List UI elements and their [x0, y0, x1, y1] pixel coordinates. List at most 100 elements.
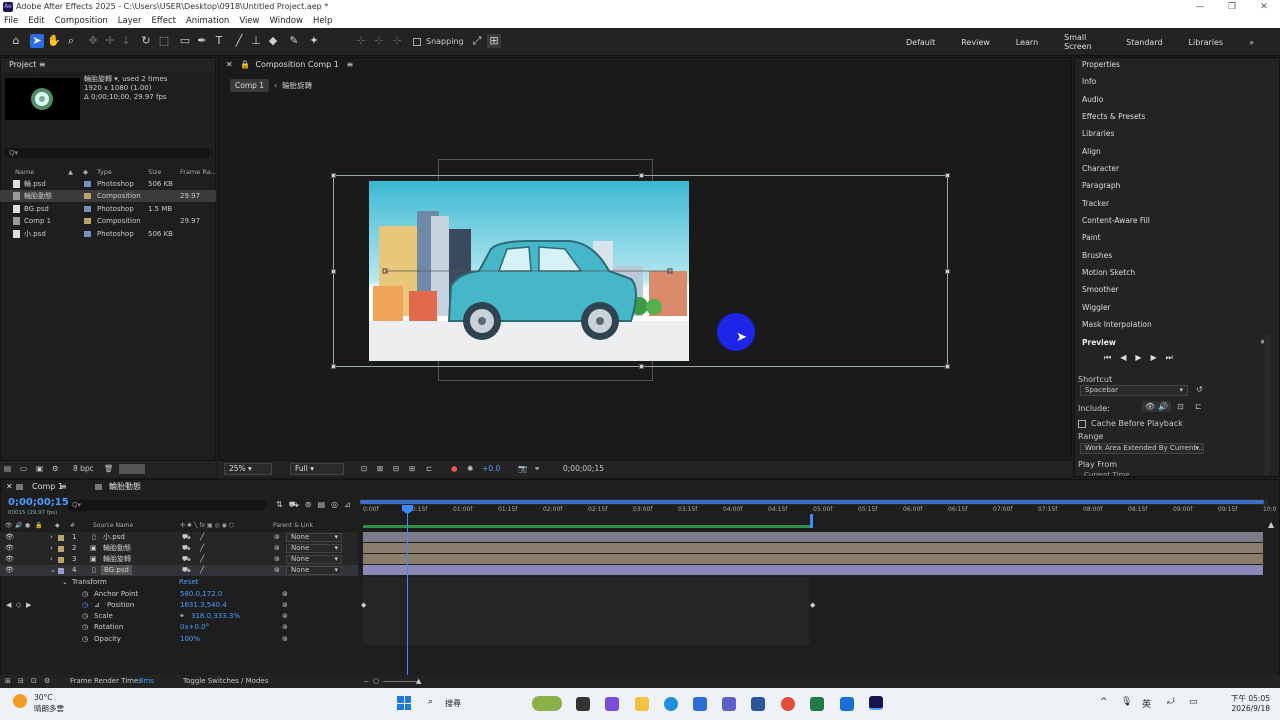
dolly-tool-icon[interactable]: ↓ [119, 34, 133, 48]
shy-switch-icon[interactable]: ⛟ [182, 532, 191, 543]
expression-pick-whip-icon[interactable]: ⊚ [282, 589, 288, 600]
taskbar-search[interactable]: 搜尋 [445, 698, 461, 709]
comp-current-time[interactable]: 0;00;00;15 [563, 461, 604, 477]
home-icon[interactable]: ⌂ [9, 34, 23, 48]
position-value[interactable]: 1631.3,540.4 [180, 600, 227, 611]
frame-blending-icon[interactable]: ▤ [317, 500, 325, 510]
layer-duration-bar[interactable] [363, 565, 1263, 575]
timeline-search-input[interactable]: Q▾ [68, 500, 266, 511]
transform-handle[interactable] [945, 269, 950, 274]
timeline-tab-comp1[interactable]: Comp 1 [32, 480, 63, 494]
stopwatch-icon[interactable]: ◷ [82, 634, 88, 645]
visibility-eye-icon[interactable]: 👁 [5, 532, 14, 543]
project-col-framerate[interactable]: Frame Ra... [180, 168, 217, 176]
constrain-proportions-icon[interactable]: ⚭ [179, 611, 185, 622]
visibility-eye-icon[interactable]: 👁 [5, 565, 14, 576]
minimize-icon[interactable]: — [1184, 0, 1216, 14]
chrome-icon[interactable] [781, 697, 795, 711]
visibility-eye-icon[interactable]: 👁 [5, 554, 14, 565]
scale-value[interactable]: 318.0,333.3% [191, 611, 240, 622]
panel-tracker[interactable]: Tracker [1082, 199, 1109, 208]
quality-switch-icon[interactable]: ╱ [200, 532, 204, 543]
copilot-icon[interactable] [605, 697, 619, 711]
property-row-position[interactable]: ◀ ◇ ▶ ◷ ⊿ Position 1631.3,540.4 ⊚ [0, 600, 358, 611]
play-from-dropdown[interactable]: Current Time [1080, 471, 1204, 476]
weather-icon[interactable] [13, 694, 27, 708]
pick-whip-icon[interactable]: ⊚ [274, 532, 280, 543]
menu-help[interactable]: Help [313, 14, 332, 28]
menu-file[interactable]: File [4, 14, 18, 28]
project-selected-name[interactable]: 輪胎旋轉 [84, 75, 112, 83]
layer-name[interactable]: 輪胎動態 [103, 543, 131, 554]
region-of-interest-icon[interactable]: ⊡ [361, 461, 367, 477]
lock-icon[interactable]: 🔒 [240, 60, 250, 69]
preview-scrollbar[interactable] [1264, 334, 1270, 476]
shy-switch-icon[interactable]: ⛟ [182, 554, 191, 565]
stopwatch-active-icon[interactable]: ◷ [82, 600, 88, 611]
previous-keyframe-icon[interactable]: ◀ [6, 600, 11, 611]
cache-before-playback-checkbox[interactable] [1078, 419, 1086, 428]
parent-link-column[interactable]: Parent & Link [273, 520, 313, 531]
graph-icon[interactable]: ⊿ [94, 600, 100, 611]
previous-frame-icon[interactable]: ◀ [1120, 353, 1126, 363]
transform-handle[interactable] [639, 364, 644, 369]
color-channels-icon[interactable]: ● [451, 461, 458, 477]
project-row[interactable]: 輪.psd Photoshop 506 KB [0, 178, 216, 190]
label-color[interactable] [84, 231, 91, 237]
panel-motion-sketch[interactable]: Motion Sketch [1082, 268, 1135, 277]
next-frame-icon[interactable]: ▶ [1151, 353, 1157, 363]
layer-duration-bar[interactable] [363, 554, 1263, 564]
include-audio-icon[interactable]: 🔊 [1158, 402, 1168, 411]
panel-menu-icon[interactable]: ≡ [39, 60, 46, 69]
axis-mode-icon[interactable]: ⊹ [354, 34, 368, 48]
weather-temp[interactable]: 30°C [34, 693, 53, 702]
zoom-slider-track[interactable] [383, 681, 420, 682]
word-icon[interactable] [751, 697, 765, 711]
snapshot-icon[interactable]: 📷 [518, 461, 527, 477]
transparency-grid-icon[interactable]: ⊠ [377, 461, 383, 477]
view-axis-icon[interactable]: ⊹ [390, 34, 404, 48]
project-col-type[interactable]: Type [97, 168, 112, 176]
include-overlays-icon[interactable]: ⊡ [1177, 402, 1184, 411]
pan-behind-tool-icon[interactable]: ⬚ [157, 34, 171, 48]
in-out-icon[interactable]: ⊡ [31, 675, 37, 688]
teams-icon[interactable] [722, 697, 736, 711]
workspace-review[interactable]: Review [961, 38, 990, 47]
property-row-scale[interactable]: ◷ Scale ⚭ 318.0,333.3% ⊚ [0, 611, 358, 622]
timeline-tab-wheel[interactable]: 輪胎動態 [109, 480, 141, 494]
motion-blur-icon[interactable]: ◎ [331, 500, 338, 510]
menu-view[interactable]: View [239, 14, 259, 28]
timeline-current-time[interactable]: 0;00;00;15 [8, 497, 69, 508]
label-column-icon[interactable]: ◆ [55, 520, 60, 531]
brush-tool-icon[interactable]: ╱ [232, 34, 246, 48]
panel-menu-icon[interactable]: ≡ [60, 480, 67, 494]
work-area-bar[interactable] [360, 499, 1268, 505]
pen-tool-icon[interactable]: ✒ [195, 34, 209, 48]
ime-indicator[interactable]: 英 [1142, 697, 1151, 710]
anchor-point-value[interactable]: 580.0,172.0 [180, 589, 222, 600]
workspace-learn[interactable]: Learn [1016, 38, 1038, 47]
audio-column-icon[interactable]: 🔊 [15, 520, 22, 531]
new-folder-icon[interactable]: ▭ [20, 461, 27, 477]
panel-paint[interactable]: Paint [1082, 233, 1101, 242]
expression-pick-whip-icon[interactable]: ⊚ [282, 622, 288, 633]
expression-pick-whip-icon[interactable]: ⊚ [282, 600, 288, 611]
show-snapshot-icon[interactable]: ⚭ [534, 461, 540, 477]
expand-chevron-down-icon[interactable]: ⌄ [62, 577, 68, 588]
visibility-eye-icon[interactable]: 👁 [5, 543, 14, 554]
transform-reset-link[interactable]: Reset [179, 577, 199, 588]
number-column-icon[interactable]: # [70, 520, 75, 531]
menu-effect[interactable]: Effect [152, 14, 176, 28]
layer-label-color[interactable] [58, 546, 64, 552]
hand-tool-icon[interactable]: ✋ [47, 34, 61, 48]
project-search-input[interactable]: Q▾ [5, 148, 210, 158]
label-color[interactable] [84, 206, 91, 212]
pan-tool-icon[interactable]: ✛ [103, 34, 117, 48]
parent-dropdown[interactable]: None ▾ [286, 566, 342, 575]
label-column-icon[interactable]: ◆ [83, 168, 88, 176]
panel-brushes[interactable]: Brushes [1082, 251, 1112, 260]
type-tool-icon[interactable]: T [212, 34, 226, 48]
workspace-libraries[interactable]: Libraries [1189, 38, 1224, 47]
panel-align[interactable]: Align [1082, 147, 1101, 156]
composition-flowchart-icon[interactable]: ⇅ [276, 500, 283, 510]
